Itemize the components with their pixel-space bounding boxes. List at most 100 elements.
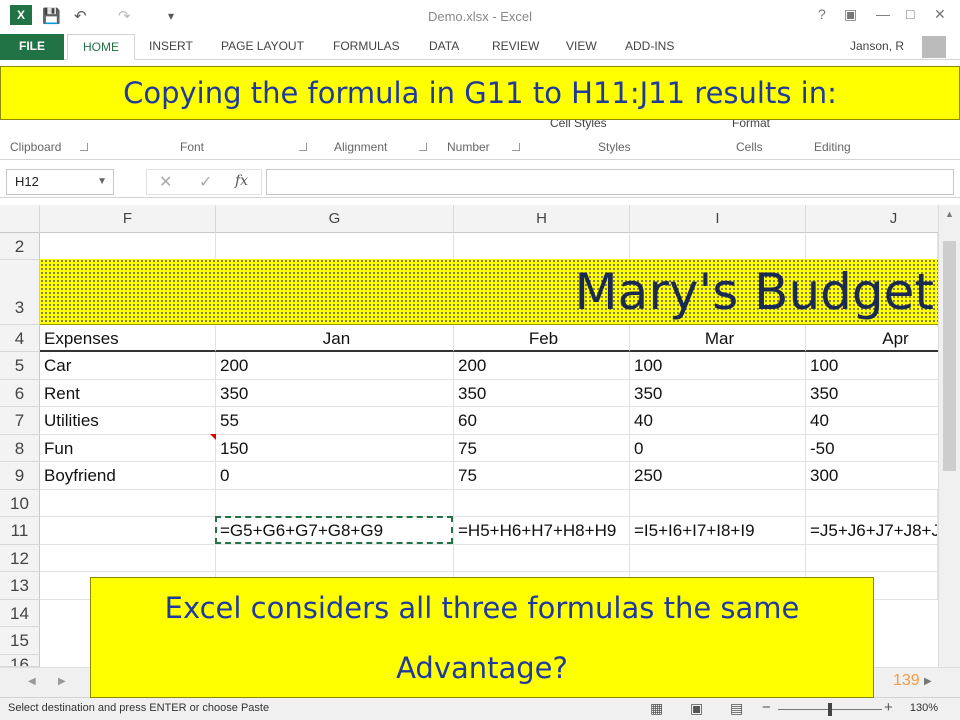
scroll-up-icon[interactable]: ▲	[945, 209, 954, 219]
header-cell-feb[interactable]: Feb	[454, 325, 630, 352]
cancel-icon[interactable]: ✕	[159, 172, 172, 192]
formula-cell-j11[interactable]: =J5+J6+J7+J8+J9	[806, 517, 938, 545]
data-cell[interactable]: 200	[216, 352, 454, 380]
sheet-next-icon[interactable]: ▶	[58, 676, 66, 687]
data-cell[interactable]: 100	[630, 352, 806, 380]
formula-cell-i11[interactable]: =I5+I6+I7+I8+I9	[630, 517, 806, 545]
zoom-out-icon[interactable]: −	[762, 699, 771, 716]
data-cell[interactable]: 250	[630, 462, 806, 490]
minimize-icon[interactable]: —	[876, 6, 890, 22]
row-header[interactable]: 10	[0, 490, 40, 517]
number-launcher-icon[interactable]	[512, 143, 520, 151]
cell[interactable]	[40, 517, 216, 545]
data-cell[interactable]: 350	[454, 380, 630, 407]
tab-view[interactable]: VIEW	[566, 34, 597, 60]
header-cell-apr[interactable]: Apr	[806, 325, 938, 352]
cell[interactable]	[454, 233, 630, 260]
tab-data[interactable]: DATA	[429, 34, 459, 60]
data-cell[interactable]: 60	[454, 407, 630, 435]
column-header-j[interactable]: J	[806, 205, 938, 233]
column-header-g[interactable]: G	[216, 205, 454, 233]
name-box[interactable]: H12 ▼	[6, 169, 114, 195]
row-header[interactable]: 6	[0, 380, 40, 407]
data-cell[interactable]: 200	[454, 352, 630, 380]
cell[interactable]	[630, 545, 806, 572]
data-cell[interactable]: Boyfriend	[40, 462, 216, 490]
cell[interactable]	[454, 490, 630, 517]
column-header-i[interactable]: I	[630, 205, 806, 233]
data-cell[interactable]: 75	[454, 435, 630, 462]
cell[interactable]	[806, 490, 938, 517]
alignment-launcher-icon[interactable]	[419, 143, 427, 151]
data-cell[interactable]: 350	[630, 380, 806, 407]
row-header[interactable]: 5	[0, 352, 40, 380]
data-cell[interactable]: 300	[806, 462, 938, 490]
cell[interactable]	[216, 545, 454, 572]
cell[interactable]	[630, 233, 806, 260]
vertical-scrollbar[interactable]: ▲	[938, 205, 960, 667]
cell[interactable]	[216, 490, 454, 517]
data-cell[interactable]: 0	[630, 435, 806, 462]
zoom-level[interactable]: 130%	[910, 702, 938, 714]
data-cell[interactable]: Fun	[40, 435, 216, 462]
close-icon[interactable]: ✕	[934, 6, 946, 23]
insert-function-button[interactable]: fx	[235, 173, 248, 189]
data-cell[interactable]: Car	[40, 352, 216, 380]
scroll-right-icon[interactable]: ▶	[924, 676, 932, 687]
maximize-icon[interactable]: □	[906, 6, 914, 22]
row-header[interactable]: 16	[0, 655, 40, 667]
comment-indicator-icon[interactable]	[210, 434, 216, 440]
row-header[interactable]: 13	[0, 572, 40, 600]
scroll-thumb[interactable]	[943, 241, 956, 471]
sheet-prev-icon[interactable]: ◀	[28, 676, 36, 687]
font-launcher-icon[interactable]	[299, 143, 307, 151]
ribbon-display-icon[interactable]: ▣	[844, 6, 857, 23]
enter-check-icon[interactable]: ✓	[199, 172, 212, 192]
cell[interactable]	[806, 233, 938, 260]
cell[interactable]	[40, 233, 216, 260]
data-cell[interactable]: 40	[806, 407, 938, 435]
formula-cell-h11[interactable]: =H5+H6+H7+H8+H9	[454, 517, 630, 545]
user-name[interactable]: Janson, R	[850, 34, 904, 60]
tab-insert[interactable]: INSERT	[149, 34, 193, 60]
help-icon[interactable]: ?	[818, 6, 826, 22]
row-header[interactable]: 14	[0, 600, 40, 627]
budget-title-band[interactable]: Mary's Budget	[40, 259, 938, 325]
data-cell[interactable]: 350	[216, 380, 454, 407]
select-all-corner[interactable]	[0, 205, 40, 233]
cell[interactable]	[216, 233, 454, 260]
data-cell[interactable]: 150	[216, 435, 454, 462]
page-break-view-icon[interactable]: ▤	[730, 700, 743, 717]
data-cell[interactable]: 350	[806, 380, 938, 407]
cell[interactable]	[40, 545, 216, 572]
zoom-in-icon[interactable]: +	[884, 699, 893, 716]
tab-review[interactable]: REVIEW	[492, 34, 539, 60]
header-cell-expenses[interactable]: Expenses	[40, 325, 216, 352]
row-header[interactable]: 9	[0, 462, 40, 490]
tab-page-layout[interactable]: PAGE LAYOUT	[221, 34, 304, 60]
header-cell-mar[interactable]: Mar	[630, 325, 806, 352]
tab-home[interactable]: HOME	[67, 34, 135, 60]
column-header-f[interactable]: F	[40, 205, 216, 233]
data-cell[interactable]: 40	[630, 407, 806, 435]
normal-view-icon[interactable]: ▦	[650, 700, 663, 717]
row-header[interactable]: 7	[0, 407, 40, 435]
clipboard-launcher-icon[interactable]	[80, 143, 88, 151]
data-cell[interactable]: Utilities	[40, 407, 216, 435]
row-header[interactable]: 8	[0, 435, 40, 462]
data-cell[interactable]: 75	[454, 462, 630, 490]
data-cell[interactable]: -50	[806, 435, 938, 462]
row-header[interactable]: 15	[0, 627, 40, 655]
tab-formulas[interactable]: FORMULAS	[333, 34, 400, 60]
avatar[interactable]	[922, 36, 946, 58]
tab-add-ins[interactable]: ADD-INS	[625, 34, 674, 60]
tab-file[interactable]: FILE	[0, 34, 64, 60]
row-header[interactable]: 2	[0, 233, 40, 260]
header-cell-jan[interactable]: Jan	[216, 325, 454, 352]
page-layout-view-icon[interactable]: ▣	[690, 700, 703, 717]
row-header[interactable]: 12	[0, 545, 40, 572]
data-cell[interactable]: Rent	[40, 380, 216, 407]
data-cell[interactable]: 100	[806, 352, 938, 380]
data-cell[interactable]: 0	[216, 462, 454, 490]
row-header[interactable]: 3	[0, 260, 40, 325]
